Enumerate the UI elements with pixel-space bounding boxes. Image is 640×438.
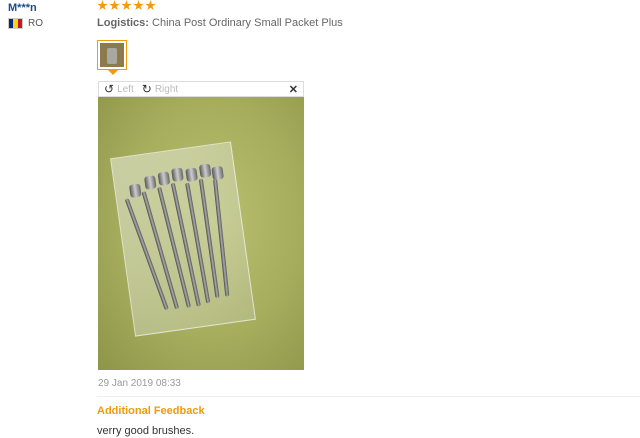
romania-flag-icon xyxy=(8,18,23,29)
plastic-bag-image xyxy=(110,141,256,337)
review-photo-large xyxy=(98,97,304,370)
logistics-label: Logistics: xyxy=(97,17,149,29)
star-icon xyxy=(109,0,120,11)
star-icon xyxy=(121,0,132,11)
star-icon xyxy=(145,0,156,11)
review-photo-thumbnail[interactable] xyxy=(97,40,127,70)
rotate-right-button[interactable]: ↻ Right xyxy=(142,83,178,95)
logistics-value: China Post Ordinary Small Packet Plus xyxy=(152,17,343,29)
star-icon xyxy=(97,0,108,11)
additional-feedback-label: Additional Feedback xyxy=(97,405,205,417)
divider xyxy=(97,396,640,397)
star-rating xyxy=(97,0,156,11)
thumbnail-caret-icon xyxy=(108,70,118,75)
star-icon xyxy=(133,0,144,11)
rotate-left-button[interactable]: ↺ Left xyxy=(104,83,134,95)
rotate-right-icon: ↻ xyxy=(141,82,152,96)
review-date: 29 Jan 2019 08:33 xyxy=(98,378,181,389)
logistics-info: Logistics: China Post Ordinary Small Pac… xyxy=(97,17,343,29)
rotate-right-label: Right xyxy=(154,83,179,95)
rotate-left-label: Left xyxy=(117,83,134,95)
reviewer-country: RO xyxy=(8,18,43,29)
country-code: RO xyxy=(28,18,43,29)
additional-feedback-text: verry good brushes. xyxy=(97,425,195,437)
rotate-left-icon: ↺ xyxy=(104,82,115,96)
thumbnail-image xyxy=(100,43,124,67)
reviewer-name: M***n xyxy=(8,2,37,14)
close-icon[interactable]: ✕ xyxy=(289,83,298,96)
image-viewer-toolbar: ↺ Left ↻ Right ✕ xyxy=(98,81,304,97)
